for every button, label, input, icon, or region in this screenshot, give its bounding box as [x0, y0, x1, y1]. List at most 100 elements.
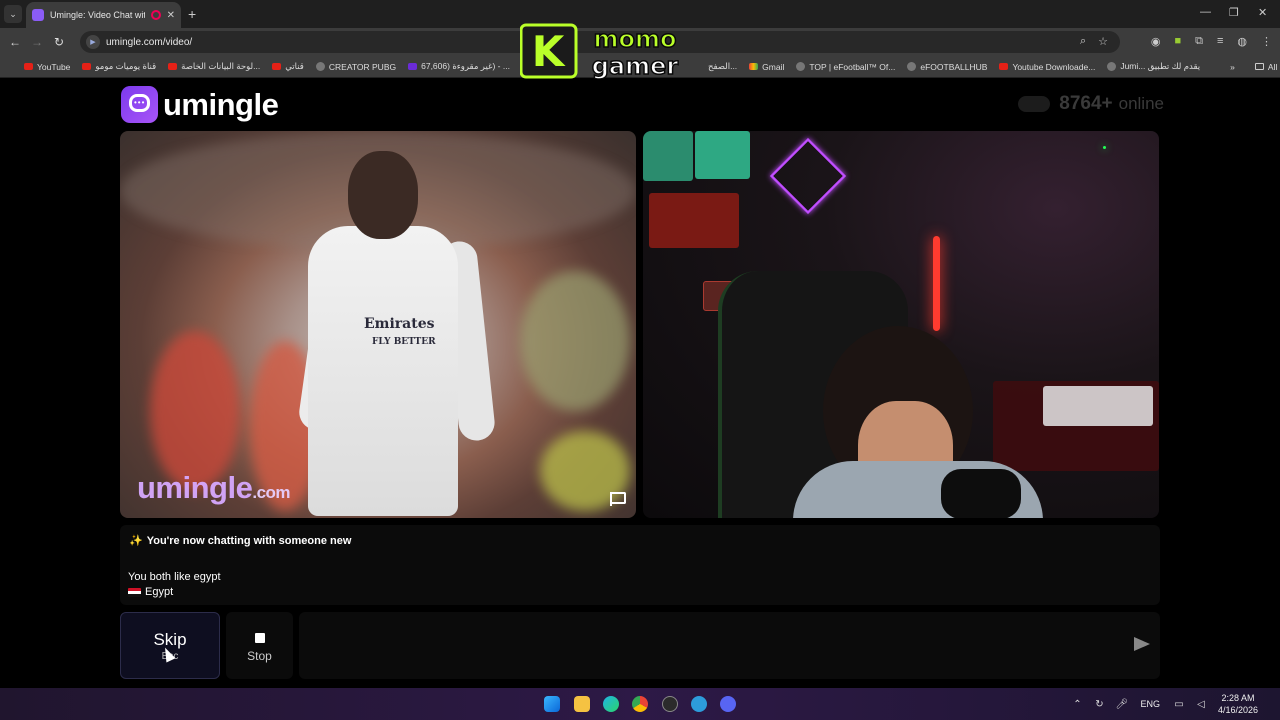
bookmark-momo-channel[interactable]: قناة يوميات مومو [82, 61, 156, 72]
minimize-icon[interactable]: — [1200, 6, 1211, 18]
bookmark-gmail[interactable]: Gmail [749, 62, 784, 72]
chat-log: ✨ You're now chatting with someone new Yo… [120, 525, 1160, 605]
system-message: ✨ You're now chatting with someone new [129, 534, 351, 547]
brand-logo[interactable]: ••• umingle [121, 86, 279, 123]
close-tab-icon[interactable]: ✕ [167, 10, 175, 21]
clock-date: 4/16/2026 [1217, 705, 1258, 715]
tab-title: Umingle: Video Chat with S [50, 10, 145, 20]
bookmark-label: CREATOR PUBG [328, 61, 397, 72]
bookmark-label: لوحة البيانات الخاصة... [181, 61, 261, 71]
efootball-icon [796, 62, 806, 71]
umingle-watermark: umingle.com [137, 470, 291, 506]
messenger-icon[interactable] [691, 696, 707, 712]
bookmark-label: TOP | eFootball™ Of... [809, 61, 896, 72]
url-text[interactable]: umingle.com/video/ [106, 37, 192, 48]
jersey-sponsor: Emirates FLY BETTER [364, 316, 436, 348]
brand-name: umingle [163, 86, 279, 122]
player-figure [308, 226, 458, 516]
online-label: online [1118, 94, 1164, 113]
color-extension-icon[interactable]: ■ [1174, 35, 1181, 48]
bookmark-label: Gmail [762, 61, 785, 72]
bookmark-label: قناة يوميات مومو [95, 61, 157, 71]
back-icon[interactable]: ← [4, 35, 26, 49]
apps-grid-icon[interactable] [8, 62, 10, 72]
reading-list-icon[interactable]: ≡ [1217, 35, 1223, 48]
gmail-icon [749, 63, 759, 70]
bookmark-label: 67,606) غير مقروءة) - ... [421, 61, 510, 71]
online-indicator: 8764+ online [1018, 93, 1164, 115]
egypt-flag-icon [128, 587, 141, 597]
online-count: 8764+ [1059, 93, 1113, 114]
tab-search-icon[interactable]: ⌄ [4, 5, 22, 23]
bookmark-youtube[interactable]: YouTube [24, 62, 70, 72]
stranger-country: Egypt [128, 586, 173, 598]
bookmark-star-icon[interactable]: ☆ [1098, 35, 1108, 48]
chrome-icon[interactable] [632, 696, 648, 712]
bookmark-efootballhub[interactable]: eFOOTBALLHUB [907, 62, 987, 72]
forward-icon[interactable]: → [26, 35, 48, 49]
efootballhub-icon [907, 62, 917, 71]
youtube-icon [82, 63, 92, 70]
chat-bubble-logo-icon: ••• [121, 86, 158, 123]
new-tab-icon[interactable]: + [188, 6, 196, 22]
bookmark-yahoo-mail[interactable]: 67,606) غير مقروءة) - ... [408, 61, 510, 72]
all-bookmarks[interactable]: All Bookmarks [1254, 62, 1280, 72]
stop-button[interactable]: Stop [226, 612, 293, 679]
discord-icon[interactable] [720, 696, 736, 712]
youtube-icon [272, 63, 282, 70]
jumia-icon [1107, 62, 1117, 71]
volume-icon[interactable]: ◁ [1195, 699, 1207, 710]
system-clock[interactable]: 2:28 AM 4/16/2026 [1218, 692, 1258, 716]
youtube-icon [24, 63, 33, 70]
show-hidden-icons-icon[interactable]: ⌃ [1071, 699, 1083, 710]
umingle-page: ••• umingle 8764+ online Emirates FLY BE… [0, 79, 1280, 688]
umingle-favicon-icon [32, 9, 44, 21]
file-explorer-icon[interactable] [574, 696, 590, 712]
bookmark-my-channel[interactable]: قناتي [272, 61, 304, 72]
downloader-icon [999, 63, 1009, 70]
edge-icon[interactable] [603, 696, 619, 712]
bookmark-label: eFOOTBALLHUB [920, 61, 988, 72]
active-tab[interactable]: Umingle: Video Chat with S ✕ [26, 2, 181, 28]
sparkles-icon: ✨ [129, 535, 143, 547]
microphone-figure [941, 469, 1021, 518]
common-interest-message: You both like egypt [128, 571, 221, 583]
bookmark-jumia[interactable]: Jumi... يقدم لك تطبيق [1107, 61, 1200, 72]
logo-letter: K [532, 27, 566, 76]
sync-icon[interactable]: ↻ [1093, 699, 1105, 710]
cn-icon [315, 62, 325, 71]
profile-avatar-icon[interactable]: ◍ [1237, 35, 1247, 48]
send-icon[interactable] [1134, 637, 1150, 651]
zoom-icon[interactable]: ⌕ [1080, 35, 1086, 48]
obs-icon[interactable] [662, 696, 678, 712]
close-window-icon[interactable]: ✕ [1258, 6, 1267, 19]
bookmarks-overflow-icon[interactable]: » [1230, 62, 1235, 72]
message-input[interactable] [299, 612, 1160, 679]
extensions-puzzle-icon[interactable]: ⧉ [1195, 35, 1203, 48]
restore-icon[interactable]: ❐ [1229, 6, 1239, 19]
site-info-icon[interactable]: ▶ [86, 35, 100, 49]
network-icon[interactable]: ▭ [1173, 699, 1185, 710]
bookmark-creator-pubg[interactable]: CREATOR PUBG [315, 61, 397, 72]
online-toggle[interactable] [1018, 96, 1051, 112]
microphone-tray-icon[interactable]: 🎤︎ [1115, 699, 1128, 710]
reload-icon[interactable]: ↻ [48, 35, 70, 49]
bookmark-youtube-downloader[interactable]: Youtube Downloade... [999, 62, 1095, 72]
self-video [643, 131, 1159, 518]
logo-line-1: momo [594, 25, 677, 53]
sponsor-line-2: FLY BETTER [372, 337, 436, 347]
folder-icon [1254, 63, 1264, 70]
windows-taskbar: ⌃ ↻ 🎤︎ ENG ▭ ◁ 2:28 AM 4/16/2026 [0, 688, 1280, 720]
language-indicator[interactable]: ENG [1140, 699, 1160, 709]
bookmark-dashboard[interactable]: لوحة البيانات الخاصة... [168, 61, 260, 72]
bookmark-efootball[interactable]: TOP | eFootball™ Of... [796, 62, 895, 72]
bookmark-page[interactable]: الصفح... [708, 61, 737, 72]
browser-menu-icon[interactable]: ⋮ [1261, 35, 1272, 48]
windows-start-icon[interactable] [544, 696, 560, 712]
momo-gamer-overlay-logo: K momo gamer [520, 23, 679, 80]
stop-label: Stop [247, 649, 272, 663]
screenshot-extension-icon[interactable]: ◉ [1151, 35, 1161, 48]
report-flag-icon[interactable] [610, 492, 626, 506]
sponsor-line-1: Emirates [364, 316, 435, 332]
youtube-icon [168, 63, 178, 70]
